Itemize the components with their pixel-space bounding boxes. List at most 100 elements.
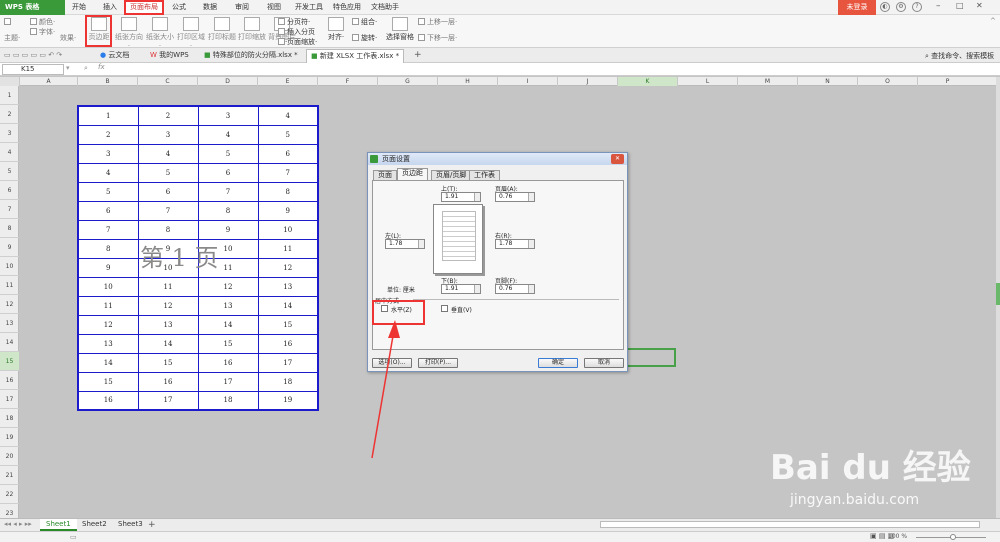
table-cell[interactable]: 13 — [137, 314, 199, 335]
row-header-11[interactable]: 11 — [0, 276, 19, 295]
spinner-icon[interactable] — [528, 240, 534, 248]
table-cell[interactable]: 13 — [77, 333, 139, 354]
row-header-10[interactable]: 10 — [0, 257, 19, 276]
row-header-16[interactable]: 16 — [0, 371, 19, 390]
table-cell[interactable]: 17 — [137, 390, 199, 411]
font-button[interactable]: 字体· — [28, 27, 62, 37]
align-button[interactable]: 对齐· — [322, 15, 350, 47]
select-all-corner[interactable] — [0, 77, 19, 86]
spinner-icon[interactable] — [528, 285, 534, 293]
col-header-l[interactable]: L — [677, 77, 737, 86]
row-header-12[interactable]: 12 — [0, 295, 19, 314]
print-button[interactable]: 打印(P)... — [418, 358, 458, 368]
wps-logo[interactable]: WPS 表格 — [0, 0, 65, 15]
effects-button[interactable]: 效果· — [58, 33, 84, 43]
col-header-j[interactable]: J — [557, 77, 617, 86]
formula-input[interactable] — [112, 64, 996, 75]
doctab-my-wps[interactable]: W 我的WPS — [146, 49, 193, 63]
row-header-4[interactable]: 4 — [0, 143, 19, 162]
table-cell[interactable]: 3 — [77, 143, 139, 164]
dialog-close-icon[interactable]: ✕ — [611, 154, 624, 164]
colors-button[interactable]: 颜色· — [28, 17, 62, 27]
table-cell[interactable]: 14 — [77, 352, 139, 373]
settings-icon[interactable]: ⚙ — [896, 2, 906, 12]
tab-margins[interactable]: 页边距 — [397, 168, 428, 180]
table-cell[interactable]: 5 — [77, 181, 139, 202]
page-zoom-button[interactable]: 页面缩放· — [276, 37, 318, 47]
menu-home[interactable]: 开始 — [68, 0, 90, 15]
new-tab-icon[interactable]: + — [414, 50, 422, 60]
col-header-c[interactable]: C — [137, 77, 197, 86]
row-header-6[interactable]: 6 — [0, 181, 19, 200]
right-margin-input[interactable]: 1.78 — [495, 239, 535, 249]
menu-developer[interactable]: 开发工具 — [292, 0, 326, 15]
table-cell[interactable]: 15 — [257, 314, 319, 335]
table-cell[interactable]: 4 — [137, 143, 199, 164]
table-cell[interactable]: 4 — [77, 162, 139, 183]
col-header-n[interactable]: N — [797, 77, 857, 86]
table-cell[interactable]: 9 — [197, 219, 259, 240]
sheet-tab-1[interactable]: Sheet1 — [40, 519, 77, 531]
table-cell[interactable]: 10 — [77, 276, 139, 297]
row-header-19[interactable]: 19 — [0, 428, 19, 447]
print-area-button[interactable]: 打印区域· — [176, 15, 206, 50]
table-cell[interactable]: 6 — [77, 200, 139, 221]
col-header-e[interactable]: E — [257, 77, 317, 86]
row-header-17[interactable]: 17 — [0, 390, 19, 409]
table-cell[interactable]: 5 — [257, 124, 319, 145]
close-icon[interactable]: ✕ — [976, 1, 983, 10]
doctab-cloud[interactable]: ● 云文档 — [96, 49, 133, 63]
table-cell[interactable]: 4 — [257, 105, 319, 126]
magnifier-icon[interactable]: ⌕ — [84, 64, 88, 73]
name-box[interactable]: K15 — [2, 64, 64, 75]
left-margin-input[interactable]: 1.78 — [385, 239, 425, 249]
table-cell[interactable]: 6 — [257, 143, 319, 164]
spinner-icon[interactable] — [418, 240, 424, 248]
row-header-3[interactable]: 3 — [0, 124, 19, 143]
bring-forward-button[interactable]: 上移一层· — [416, 17, 458, 27]
tab-header-footer[interactable]: 页眉/页脚 — [431, 170, 472, 180]
table-cell[interactable]: 7 — [197, 181, 259, 202]
row-header-22[interactable]: 22 — [0, 485, 19, 504]
ribbon-collapse-icon[interactable]: ^ — [990, 17, 996, 25]
table-cell[interactable]: 10 — [257, 219, 319, 240]
table-cell[interactable]: 14 — [197, 314, 259, 335]
table-cell[interactable]: 13 — [257, 276, 319, 297]
row-header-14[interactable]: 14 — [0, 333, 19, 352]
spinner-icon[interactable] — [474, 285, 480, 293]
table-cell[interactable]: 17 — [257, 352, 319, 373]
col-header-i[interactable]: I — [497, 77, 557, 86]
table-cell[interactable]: 14 — [257, 295, 319, 316]
insert-break-button[interactable]: 插入分页符· — [276, 27, 316, 46]
table-cell[interactable]: 8 — [77, 238, 139, 259]
send-backward-button[interactable]: 下移一层· — [416, 33, 458, 43]
row-header-21[interactable]: 21 — [0, 466, 19, 485]
col-header-m[interactable]: M — [737, 77, 797, 86]
table-cell[interactable]: 18 — [197, 390, 259, 411]
col-header-d[interactable]: D — [197, 77, 257, 86]
col-header-h[interactable]: H — [437, 77, 497, 86]
table-cell[interactable]: 6 — [137, 181, 199, 202]
table-cell[interactable]: 19 — [257, 390, 319, 411]
table-cell[interactable]: 6 — [197, 162, 259, 183]
table-cell[interactable]: 5 — [197, 143, 259, 164]
spinner-icon[interactable] — [474, 193, 480, 201]
table-cell[interactable]: 13 — [197, 295, 259, 316]
table-cell[interactable]: 4 — [197, 124, 259, 145]
table-cell[interactable]: 9 — [257, 200, 319, 221]
print-scale-button[interactable]: 打印缩放 — [238, 15, 266, 47]
table-cell[interactable]: 12 — [77, 314, 139, 335]
doctab-file-2[interactable]: ■ 新建 XLSX 工作表.xlsx * — [306, 49, 405, 63]
header-margin-input[interactable]: 0.76 — [495, 192, 535, 202]
theme-button[interactable]: 主题· — [2, 33, 24, 43]
table-cell[interactable]: 9 — [77, 257, 139, 278]
sheet-tab-2[interactable]: Sheet2 — [76, 519, 113, 531]
orientation-button[interactable]: 纸张方向· — [114, 15, 144, 50]
row-header-20[interactable]: 20 — [0, 447, 19, 466]
row-header-15[interactable]: 15 — [0, 352, 19, 371]
menu-formulas[interactable]: 公式 — [168, 0, 190, 15]
login-button[interactable]: 未登录 — [838, 0, 876, 15]
row-header-18[interactable]: 18 — [0, 409, 19, 428]
tab-page[interactable]: 页面 — [373, 170, 397, 180]
table-cell[interactable]: 14 — [137, 333, 199, 354]
